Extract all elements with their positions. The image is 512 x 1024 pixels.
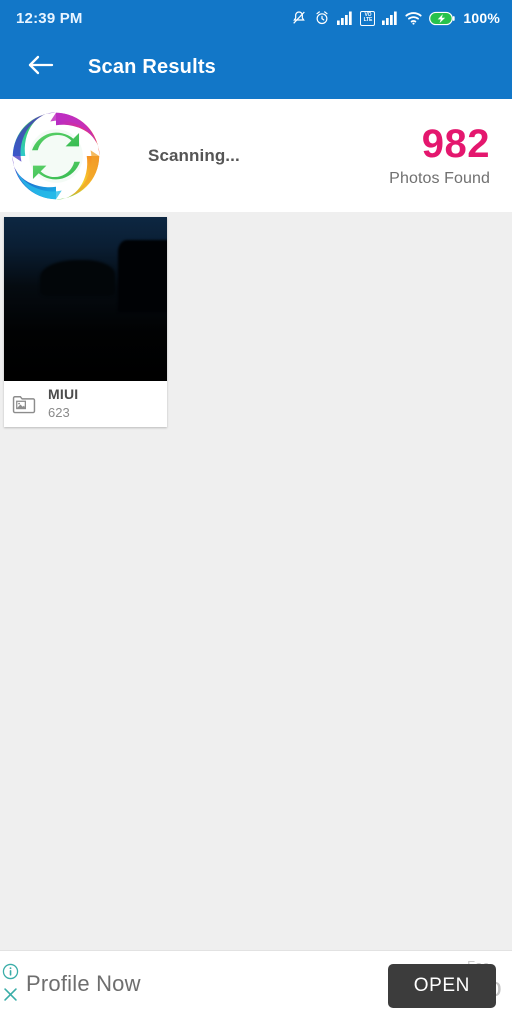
status-bar-clock: 12:39 PM bbox=[16, 9, 83, 27]
folder-grid: MIUI 623 bbox=[4, 217, 512, 427]
status-bar: 12:39 PM VO LTE 100% bbox=[0, 0, 512, 36]
alarm-clock-icon bbox=[314, 10, 330, 26]
folder-text: MIUI 623 bbox=[48, 386, 78, 421]
photos-found-count: 982 bbox=[421, 121, 490, 166]
back-button[interactable] bbox=[24, 51, 58, 85]
ad-open-button[interactable]: OPEN bbox=[387, 964, 496, 1008]
scan-status-text: Scanning... bbox=[148, 145, 240, 165]
back-arrow-icon bbox=[28, 54, 54, 81]
ad-badges bbox=[2, 963, 19, 1003]
folder-count: 623 bbox=[48, 404, 70, 420]
app-logo-recycle-icon bbox=[8, 108, 104, 204]
ad-close-icon[interactable] bbox=[2, 986, 19, 1003]
battery-percent-label: 100% bbox=[463, 10, 500, 26]
volte-icon: VO LTE bbox=[360, 10, 376, 26]
app-bar: Scan Results bbox=[0, 36, 512, 99]
ad-banner[interactable]: Profile Now Fac Co OPEN bbox=[0, 950, 512, 1024]
volte-label-bottom: LTE bbox=[363, 17, 373, 23]
folder-image-icon bbox=[12, 394, 38, 414]
app-root: 12:39 PM VO LTE 100% Scan Results Scanni… bbox=[0, 0, 512, 1024]
folder-name: MIUI bbox=[48, 386, 79, 403]
wifi-icon bbox=[405, 11, 423, 25]
signal-bars-icon bbox=[337, 11, 353, 25]
folder-card[interactable]: MIUI 623 bbox=[4, 217, 167, 427]
photos-found-block: 982 Photos Found bbox=[389, 124, 490, 188]
folder-results-area: MIUI 623 bbox=[0, 212, 512, 950]
battery-charging-icon bbox=[429, 11, 456, 26]
photos-found-label: Photos Found bbox=[389, 169, 490, 187]
ad-headline: Profile Now bbox=[26, 971, 141, 996]
page-title: Scan Results bbox=[88, 56, 217, 78]
ad-info-icon[interactable] bbox=[2, 963, 19, 980]
signal-bars-2-icon bbox=[382, 11, 398, 25]
status-bar-icons: VO LTE 100% bbox=[291, 10, 500, 26]
bell-muted-icon bbox=[291, 10, 307, 26]
folder-meta: MIUI 623 bbox=[4, 381, 167, 427]
scan-header: Scanning... 982 Photos Found bbox=[0, 99, 512, 212]
folder-thumbnail-image bbox=[4, 217, 167, 381]
